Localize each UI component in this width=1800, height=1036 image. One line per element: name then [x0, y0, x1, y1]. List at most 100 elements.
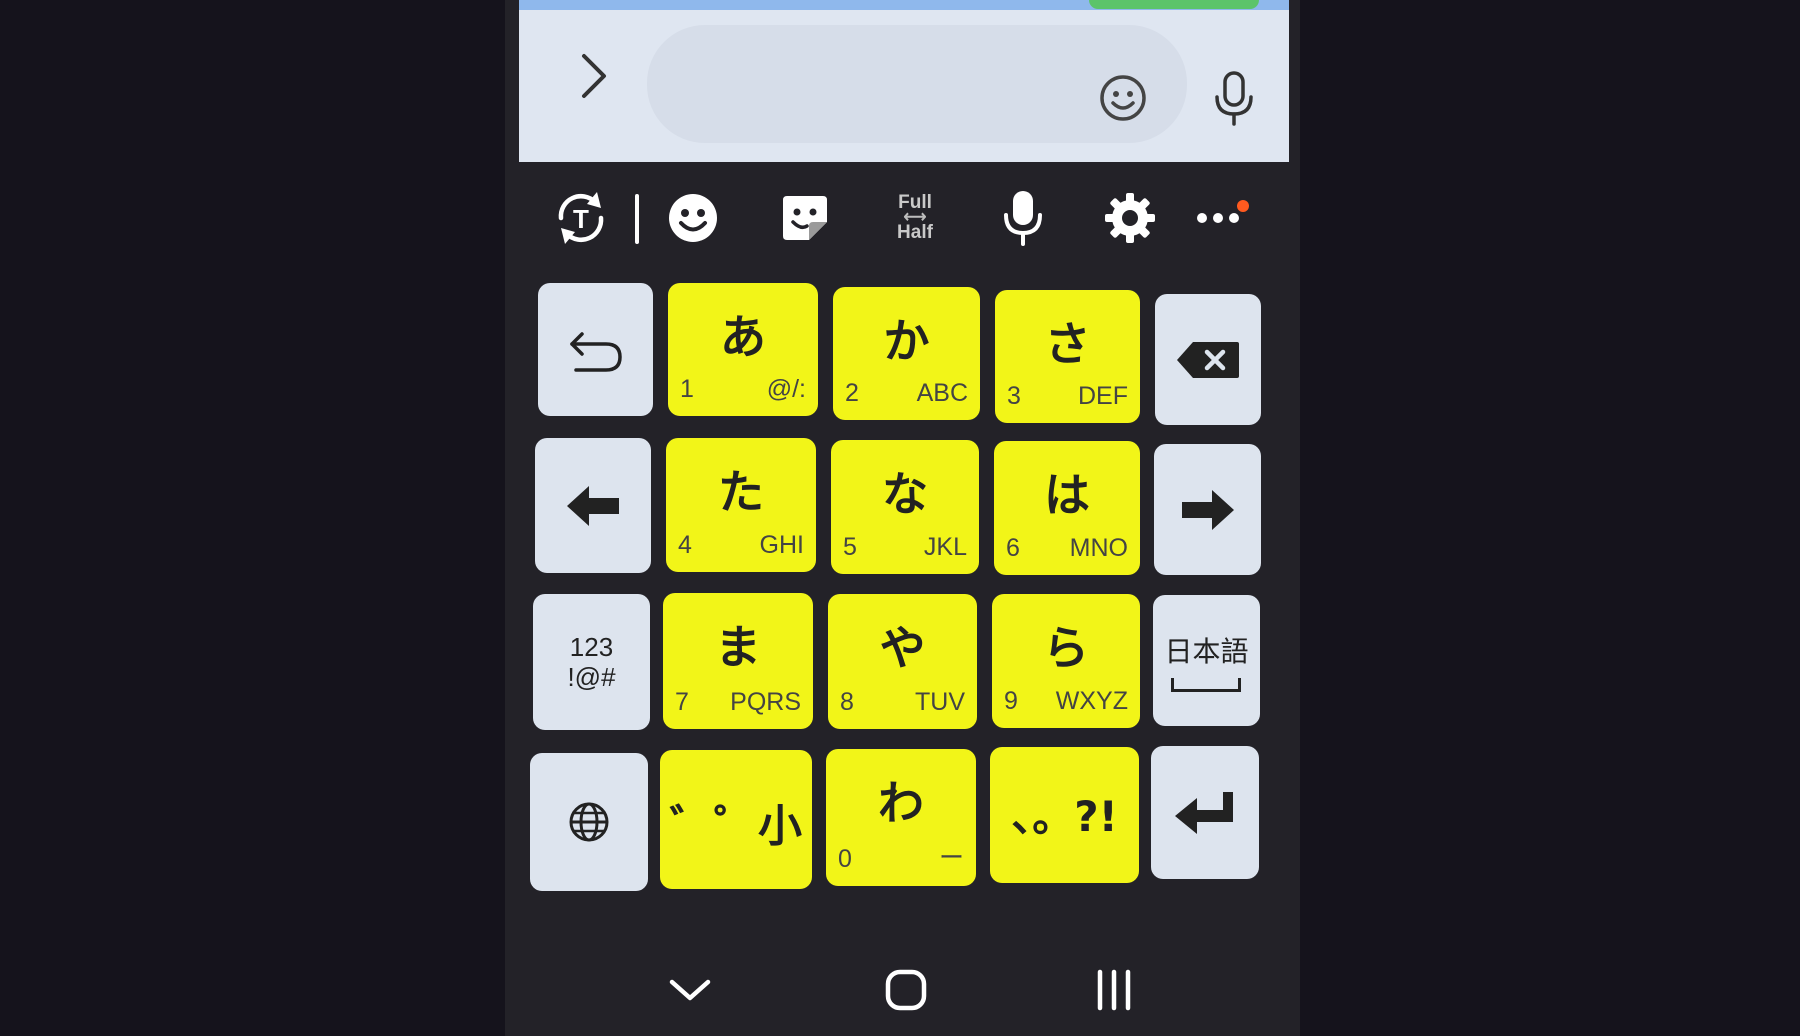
key-number: 5: [843, 533, 857, 561]
kana-label: か: [883, 314, 930, 368]
kana-label: ら: [1043, 621, 1089, 675]
emoji-keyboard-button[interactable]: [655, 180, 731, 256]
key-letters: TUV: [915, 688, 965, 716]
system-navigation-bar: [505, 940, 1300, 1036]
key-number: 9: [1004, 687, 1018, 715]
key-number: 8: [840, 688, 854, 716]
recent-apps-button[interactable]: [1079, 960, 1149, 1020]
kana-label: は: [1044, 468, 1090, 522]
notification-dot: [1237, 200, 1249, 212]
phone-screen: T Full ⟷ Half あ 1 @/: か 2 ABC さ 3 DEF た …: [505, 0, 1300, 1036]
more-options-icon: [1197, 213, 1239, 223]
arrow-right-icon: [1181, 489, 1234, 530]
half-label: Half: [897, 222, 933, 243]
text-mode-toggle-button[interactable]: T: [543, 180, 619, 256]
sent-message-bubble: [1089, 0, 1259, 9]
japanese-space-label: 日本語: [1164, 630, 1249, 692]
kana-label: わ: [878, 776, 924, 830]
key-number: 6: [1006, 534, 1020, 562]
kana-key-sa[interactable]: さ 3 DEF: [995, 290, 1140, 423]
dakuten-label: ゛゜小: [670, 801, 802, 852]
key-letters: PQRS: [730, 688, 801, 716]
enter-key[interactable]: [1151, 746, 1259, 879]
chevron-down-icon: [669, 979, 711, 1001]
recents-icon: [1097, 969, 1131, 1011]
key-number: 3: [1007, 382, 1021, 410]
globe-icon: [569, 802, 609, 842]
key-letters: JKL: [923, 533, 967, 561]
kana-label: ま: [715, 620, 761, 674]
sticker-icon: [783, 196, 827, 240]
key-number: 2: [845, 379, 859, 407]
sticker-button[interactable]: [767, 180, 843, 256]
key-number: 4: [678, 531, 692, 559]
message-input-area: [519, 0, 1289, 162]
settings-gear-icon: [1105, 193, 1155, 243]
cursor-right-key[interactable]: [1154, 444, 1261, 575]
punctuation-label: 、。?!: [1011, 792, 1118, 841]
kana-key-ta[interactable]: た 4 GHI: [666, 438, 816, 572]
space-icon: [1171, 677, 1242, 692]
voice-input-button[interactable]: [985, 180, 1061, 256]
punctuation-key[interactable]: 、。?!: [990, 747, 1139, 883]
key-letters: WXYZ: [1055, 687, 1128, 715]
kana-key-ka[interactable]: か 2 ABC: [833, 287, 980, 420]
undo-key[interactable]: [538, 283, 653, 416]
kana-label: な: [882, 467, 928, 521]
key-number: 0: [838, 845, 852, 873]
emoji-button[interactable]: [1097, 72, 1149, 124]
home-icon: [885, 969, 927, 1011]
enter-icon: [1175, 791, 1233, 834]
key-letters: @/:: [766, 375, 806, 403]
message-input[interactable]: [677, 55, 977, 111]
dakuten-small-key[interactable]: ゛゜小: [660, 750, 812, 889]
key-letters: ABC: [916, 379, 968, 407]
home-button[interactable]: [871, 960, 941, 1020]
kana-key-ya[interactable]: や 8 TUV: [828, 594, 977, 729]
kana-label: さ: [1044, 317, 1091, 371]
backspace-key[interactable]: [1155, 294, 1261, 425]
smiley-icon: [1100, 75, 1146, 121]
cursor-left-key[interactable]: [535, 438, 651, 573]
emoji-icon: [669, 194, 717, 242]
numbers-label: 123: [569, 632, 614, 662]
key-letters: ー: [938, 844, 964, 872]
kana-label: や: [879, 621, 926, 675]
kana-key-ma[interactable]: ま 7 PQRS: [663, 593, 813, 729]
text-mode-toggle-icon: T: [558, 192, 604, 244]
japanese-label: 日本語: [1164, 634, 1249, 668]
key-number: 1: [680, 375, 694, 403]
microphone-icon: [1215, 71, 1253, 126]
full-half-width-toggle[interactable]: Full ⟷ Half: [877, 180, 953, 256]
symbols-label: !@#: [567, 662, 616, 692]
key-letters: DEF: [1078, 382, 1128, 410]
hide-keyboard-button[interactable]: [655, 960, 725, 1020]
kana-key-a[interactable]: あ 1 @/:: [668, 283, 818, 416]
full-half-label: Full ⟷ Half: [897, 193, 933, 243]
undo-icon: [569, 331, 622, 372]
kana-label: あ: [720, 310, 766, 364]
kana-key-wa[interactable]: わ 0 ー: [826, 749, 976, 886]
svg-text:T: T: [573, 204, 589, 234]
key-letters: GHI: [759, 531, 804, 559]
number-symbol-label: 123 !@#: [567, 632, 615, 692]
kana-label: た: [718, 465, 764, 519]
toolbar-divider: [635, 194, 639, 244]
number-symbol-key[interactable]: 123 !@#: [533, 594, 650, 730]
kana-key-na[interactable]: な 5 JKL: [831, 440, 979, 574]
chevron-right-icon: [582, 54, 606, 98]
key-number: 7: [675, 688, 689, 716]
arrow-left-icon: [567, 485, 619, 526]
keyboard-toolbar: T Full ⟷ Half: [505, 172, 1300, 264]
voice-record-button[interactable]: [1209, 68, 1259, 130]
more-options-button[interactable]: [1180, 180, 1256, 256]
kana-key-ha[interactable]: は 6 MNO: [994, 441, 1140, 575]
backspace-icon: [1177, 341, 1239, 378]
key-letters: MNO: [1069, 534, 1128, 562]
language-switch-key[interactable]: [530, 753, 648, 891]
kana-key-ra[interactable]: ら 9 WXYZ: [992, 594, 1140, 728]
settings-button[interactable]: [1092, 180, 1168, 256]
expand-button[interactable]: [569, 48, 619, 104]
voice-input-icon: [1004, 191, 1042, 246]
japanese-space-key[interactable]: 日本語: [1153, 595, 1260, 726]
